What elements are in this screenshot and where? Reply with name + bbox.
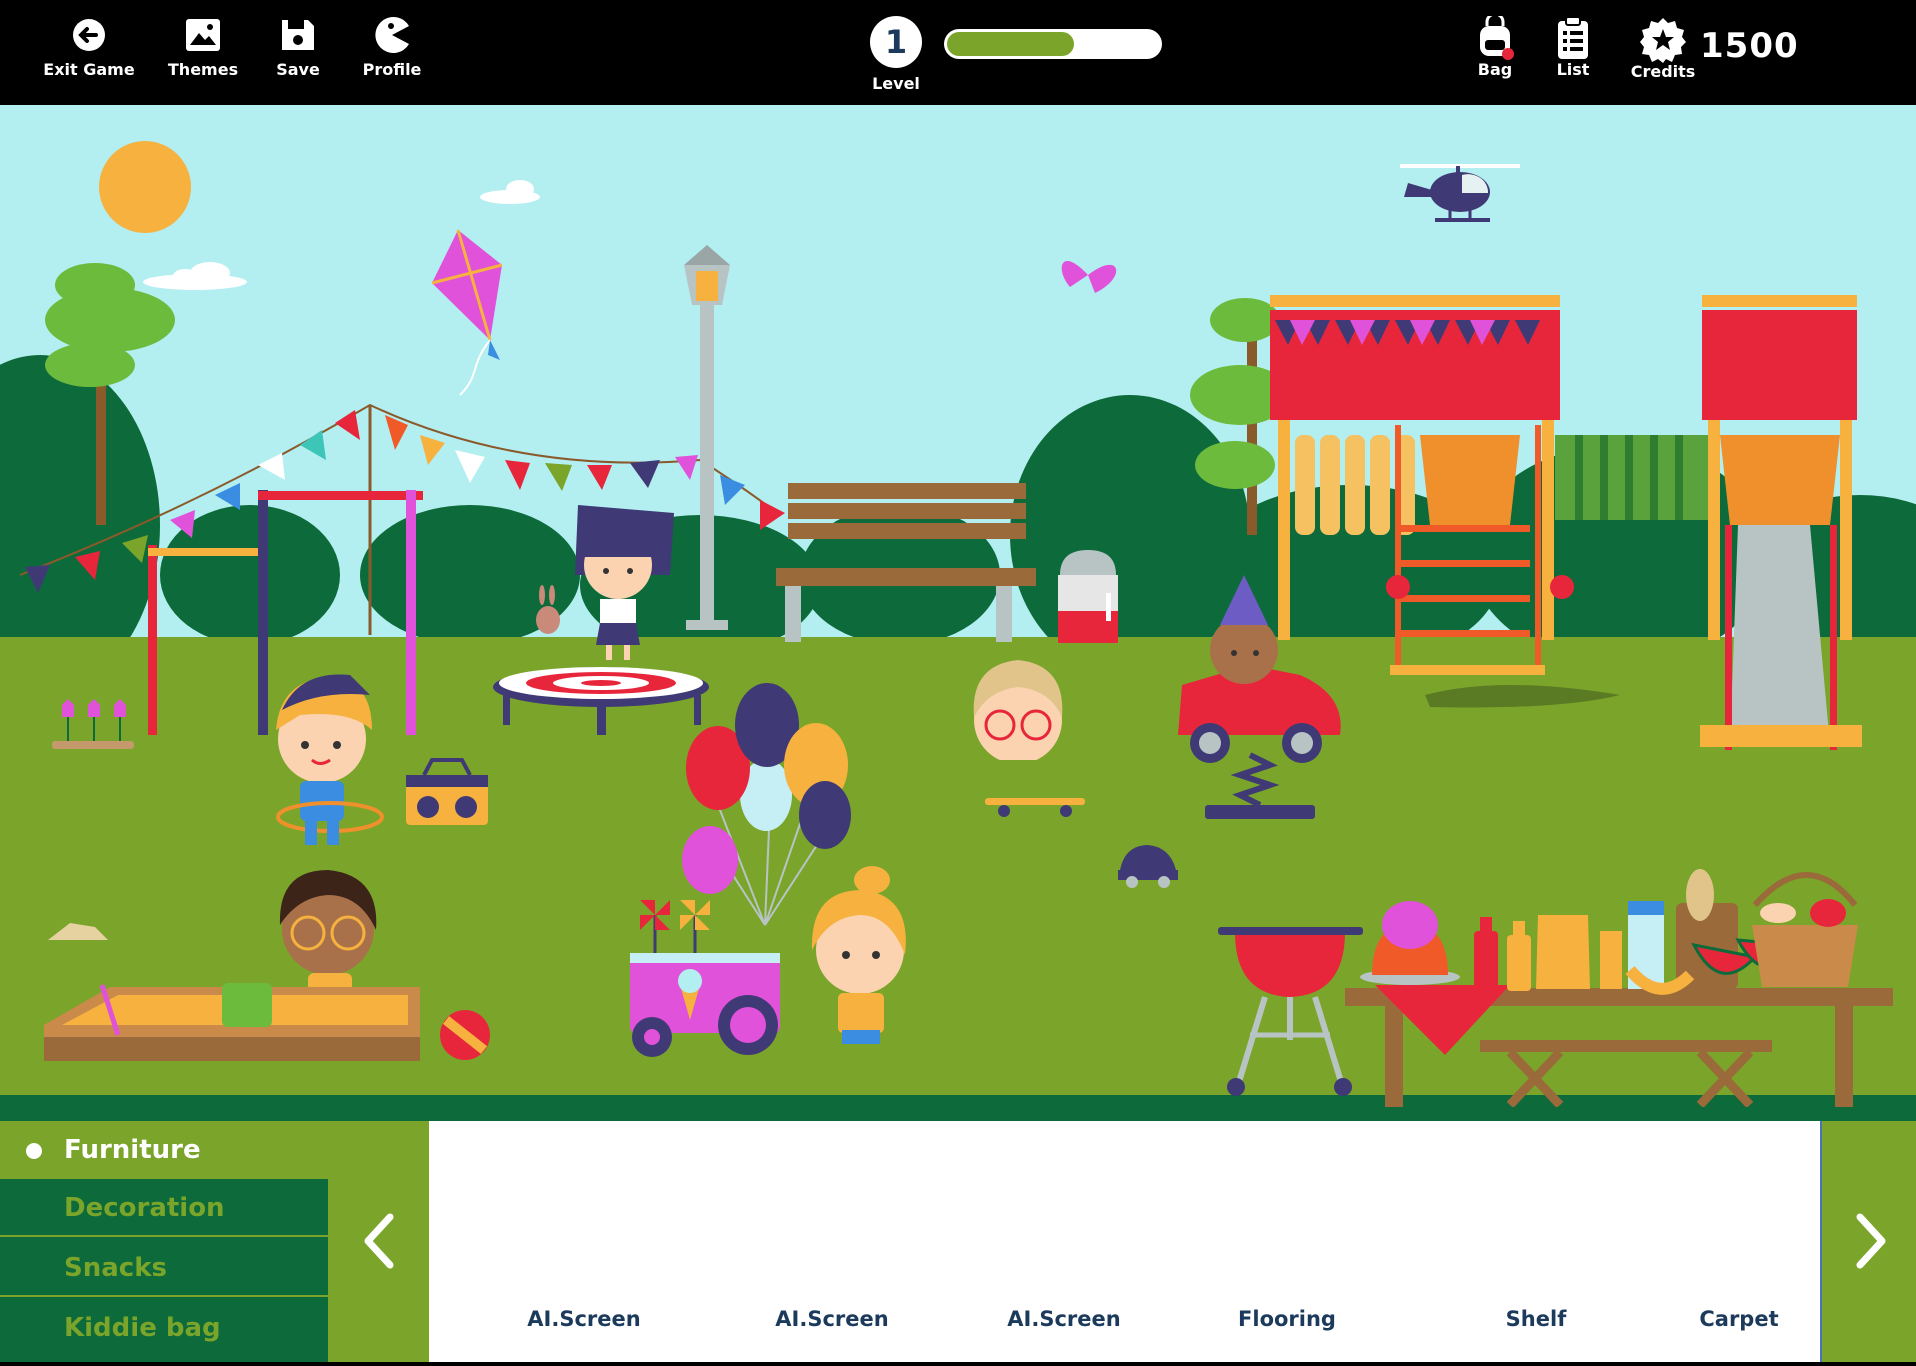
credits-value: 1500	[1700, 26, 1799, 66]
level-badge: 1	[870, 16, 922, 68]
shop-item[interactable]: AI.Screen	[494, 1307, 674, 1331]
exit-icon	[73, 19, 105, 51]
beach-ball[interactable]	[440, 1010, 490, 1060]
category-tab-furniture[interactable]: Furniture	[0, 1121, 328, 1179]
playground-scene	[0, 105, 1916, 1107]
category-label: Snacks	[64, 1253, 167, 1283]
category-label: Furniture	[64, 1135, 201, 1165]
category-label: Kiddie bag	[64, 1313, 221, 1343]
level-label: Level	[872, 74, 920, 93]
top-toolbar: Exit Game Themes Save Profile 1 Level Ba…	[0, 0, 1916, 105]
tube-tunnel[interactable]	[1555, 435, 1715, 520]
floppy-icon	[282, 20, 314, 50]
exit-game-label: Exit Game	[43, 60, 135, 79]
sandbox[interactable]	[44, 983, 420, 1061]
shop-item[interactable]: AI.Screen	[742, 1307, 922, 1331]
scroll-right-button[interactable]	[1820, 1121, 1916, 1362]
category-label: Decoration	[64, 1193, 225, 1223]
profile-label: Profile	[362, 60, 422, 79]
selected-dot-icon	[26, 1143, 42, 1159]
image-icon	[186, 19, 220, 51]
notification-dot	[1502, 48, 1514, 60]
scroll-left-button[interactable]	[328, 1121, 429, 1362]
pacman-icon	[375, 17, 409, 54]
exit-game-button[interactable]: Exit Game	[34, 16, 144, 79]
sand-bucket[interactable]	[222, 983, 272, 1027]
shop-item[interactable]: Shelf	[1446, 1307, 1626, 1331]
sun	[99, 141, 191, 233]
ground-strip	[0, 1095, 1916, 1107]
backpack-icon	[1480, 16, 1514, 60]
level-progress-bar	[944, 29, 1162, 59]
category-list: Furniture Decoration Snacks Kiddie bag	[0, 1121, 328, 1362]
panel-divider	[0, 1107, 1916, 1121]
shop-item[interactable]: AI.Screen	[974, 1307, 1154, 1331]
star-badge-icon	[1640, 18, 1686, 63]
themes-label: Themes	[167, 60, 239, 79]
shop-panel: Furniture Decoration Snacks Kiddie bag A…	[0, 1107, 1916, 1362]
category-tab-snacks[interactable]: Snacks	[0, 1239, 328, 1297]
category-tab-kiddie-bag[interactable]: Kiddie bag	[0, 1299, 328, 1357]
shop-item[interactable]: Carpet	[1664, 1307, 1814, 1331]
game-scene	[0, 105, 1916, 1107]
shop-item[interactable]: Flooring	[1197, 1307, 1377, 1331]
profile-button[interactable]: Profile	[337, 16, 447, 79]
themes-button[interactable]: Themes	[148, 16, 258, 79]
category-tab-decoration[interactable]: Decoration	[0, 1179, 328, 1237]
clipboard-icon	[1558, 16, 1588, 59]
chevron-right-icon	[1856, 1213, 1886, 1269]
trash-bin[interactable]	[1058, 550, 1118, 643]
chevron-left-icon	[364, 1213, 394, 1269]
level-progress-fill	[947, 32, 1075, 56]
item-carousel: AI.Screen AI.Screen AI.Screen Flooring S…	[429, 1121, 1820, 1362]
